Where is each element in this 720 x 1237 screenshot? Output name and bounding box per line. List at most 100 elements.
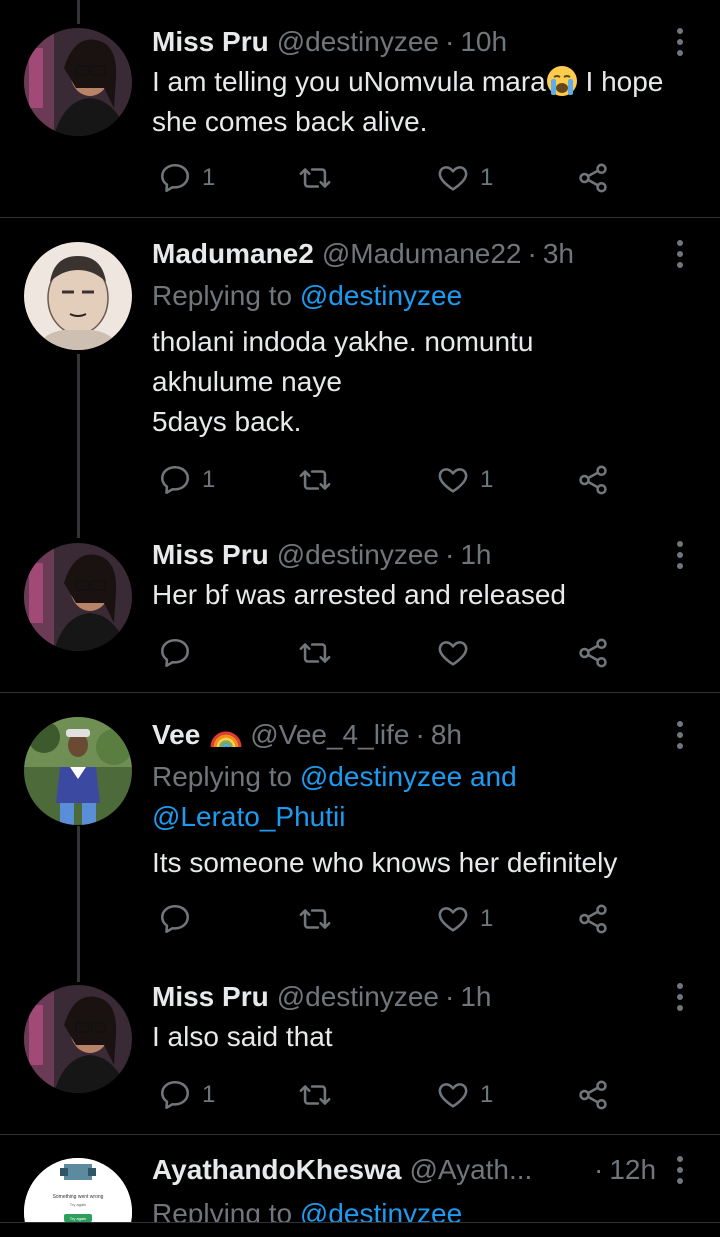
display-name[interactable]: Vee bbox=[152, 719, 200, 751]
tweet-actions bbox=[152, 633, 632, 673]
avatar[interactable] bbox=[24, 543, 132, 651]
avatar-retry-button: Try again bbox=[70, 1216, 87, 1221]
separator: · bbox=[527, 238, 537, 269]
user-handle[interactable]: @destinyzee bbox=[277, 981, 439, 1013]
reply-icon bbox=[160, 1080, 190, 1110]
tweet-header: Vee @Vee_4_life · 8h bbox=[152, 715, 462, 755]
display-name[interactable]: Miss Pru bbox=[152, 539, 269, 571]
tweet-header: Madumane2 @Madumane22 · 3h bbox=[152, 234, 574, 274]
reply-button[interactable] bbox=[158, 899, 202, 939]
share-button[interactable] bbox=[576, 1075, 610, 1115]
like-button[interactable]: 1 bbox=[436, 899, 493, 939]
heart-icon bbox=[438, 907, 468, 932]
share-button[interactable] bbox=[576, 460, 610, 500]
tweet-actions: 1 1 bbox=[152, 460, 632, 500]
user-handle[interactable]: @Ayath... bbox=[409, 1154, 532, 1186]
separator: · bbox=[445, 26, 455, 57]
reply-icon bbox=[160, 465, 190, 495]
like-button[interactable]: 1 bbox=[436, 158, 493, 198]
mention-link[interactable]: @Lerato_Phutii bbox=[152, 801, 345, 832]
reply-count: 1 bbox=[202, 164, 216, 191]
avatar-error-text: Something went wrong bbox=[53, 1194, 104, 1200]
thread-line bbox=[77, 0, 80, 24]
timestamp[interactable]: 1h bbox=[460, 539, 491, 571]
more-options-icon[interactable] bbox=[672, 977, 688, 1017]
user-handle[interactable]: @destinyzee bbox=[277, 26, 439, 58]
more-options-icon[interactable] bbox=[672, 535, 688, 575]
more-options-icon[interactable] bbox=[672, 1150, 688, 1190]
share-icon bbox=[579, 1080, 607, 1110]
timestamp[interactable]: 1h bbox=[460, 981, 491, 1013]
tweet-header: AyathandoKheswa @Ayath... bbox=[152, 1150, 532, 1190]
like-button[interactable] bbox=[436, 633, 480, 673]
mention-link[interactable]: @destinyzee bbox=[300, 280, 462, 311]
like-count: 1 bbox=[480, 1081, 494, 1108]
crying-face-emoji bbox=[546, 66, 577, 96]
reply-button[interactable] bbox=[158, 633, 202, 673]
separator: · bbox=[594, 1154, 604, 1185]
share-icon bbox=[579, 638, 607, 668]
divider bbox=[0, 1134, 720, 1135]
replying-to-continued: @Lerato_Phutii bbox=[152, 797, 345, 837]
tweet-text: Her bf was arrested and released bbox=[152, 579, 566, 610]
avatar[interactable] bbox=[24, 28, 132, 136]
share-icon bbox=[579, 465, 607, 495]
tweet-header: Miss Pru @destinyzee · 10h bbox=[152, 22, 507, 62]
display-name[interactable]: AyathandoKheswa bbox=[152, 1154, 401, 1186]
more-options-icon[interactable] bbox=[672, 234, 688, 274]
avatar[interactable] bbox=[24, 985, 132, 1093]
mention-link[interactable]: @destinyzee and bbox=[300, 761, 517, 792]
like-count: 1 bbox=[480, 905, 494, 932]
share-button[interactable] bbox=[576, 899, 610, 939]
timestamp[interactable]: 10h bbox=[460, 26, 507, 58]
display-name[interactable]: Miss Pru bbox=[152, 26, 269, 58]
bottom-divider bbox=[0, 1222, 720, 1237]
user-handle[interactable]: @destinyzee bbox=[277, 539, 439, 571]
tweet-text: I am telling you uNomvula mara I hope sh… bbox=[152, 66, 664, 137]
reply-button[interactable]: 1 bbox=[158, 158, 215, 198]
tweet-text: tholani indoda yakhe. nomuntu akhulume n… bbox=[152, 326, 534, 437]
timestamp[interactable]: 8h bbox=[431, 719, 462, 751]
replying-to: Replying to @destinyzee bbox=[152, 280, 463, 311]
user-handle[interactable]: @Vee_4_life bbox=[250, 719, 409, 751]
retweet-icon bbox=[299, 470, 331, 490]
heart-icon bbox=[438, 1083, 468, 1108]
replying-to: Replying to @destinyzee and bbox=[152, 761, 517, 792]
heart-icon bbox=[438, 641, 468, 666]
display-name[interactable]: Madumane2 bbox=[152, 238, 314, 270]
user-handle[interactable]: @Madumane22 bbox=[322, 238, 522, 270]
like-count: 1 bbox=[480, 164, 494, 191]
more-options-icon[interactable] bbox=[672, 22, 688, 62]
retweet-icon bbox=[299, 909, 331, 929]
tweet[interactable]: Miss Pru @destinyzee · 1h I also said th… bbox=[0, 977, 720, 1127]
reply-button[interactable]: 1 bbox=[158, 1075, 215, 1115]
more-options-icon[interactable] bbox=[672, 715, 688, 755]
timestamp[interactable]: 3h bbox=[543, 238, 574, 270]
share-icon bbox=[579, 904, 607, 934]
avatar-retry-text: Try again bbox=[70, 1202, 87, 1207]
reply-button[interactable]: 1 bbox=[158, 460, 215, 500]
tweet[interactable]: Madumane2 @Madumane22 · 3h Replying to @… bbox=[0, 234, 720, 514]
retweet-button[interactable] bbox=[298, 158, 332, 198]
tweet[interactable]: Miss Pru @destinyzee · 1h Her bf was arr… bbox=[0, 535, 720, 685]
reply-count: 1 bbox=[202, 466, 216, 493]
timestamp[interactable]: 12h bbox=[609, 1154, 656, 1186]
tweet-text: Its someone who knows her definitely bbox=[152, 847, 618, 878]
tweet[interactable]: Vee @Vee_4_life · 8h Replying to @destin… bbox=[0, 715, 720, 955]
like-button[interactable]: 1 bbox=[436, 460, 493, 500]
avatar[interactable] bbox=[24, 242, 132, 350]
retweet-button[interactable] bbox=[298, 899, 332, 939]
avatar[interactable] bbox=[24, 717, 132, 825]
retweet-button[interactable] bbox=[298, 1075, 332, 1115]
tweet-header: Miss Pru @destinyzee · 1h bbox=[152, 977, 491, 1017]
retweet-button[interactable] bbox=[298, 633, 332, 673]
retweet-button[interactable] bbox=[298, 460, 332, 500]
share-icon bbox=[579, 163, 607, 193]
share-button[interactable] bbox=[576, 633, 610, 673]
tweet[interactable]: Miss Pru @destinyzee · 10h I am telling … bbox=[0, 22, 720, 212]
divider bbox=[0, 217, 720, 218]
display-name[interactable]: Miss Pru bbox=[152, 981, 269, 1013]
rainbow-emoji bbox=[210, 731, 242, 748]
share-button[interactable] bbox=[576, 158, 610, 198]
like-button[interactable]: 1 bbox=[436, 1075, 493, 1115]
